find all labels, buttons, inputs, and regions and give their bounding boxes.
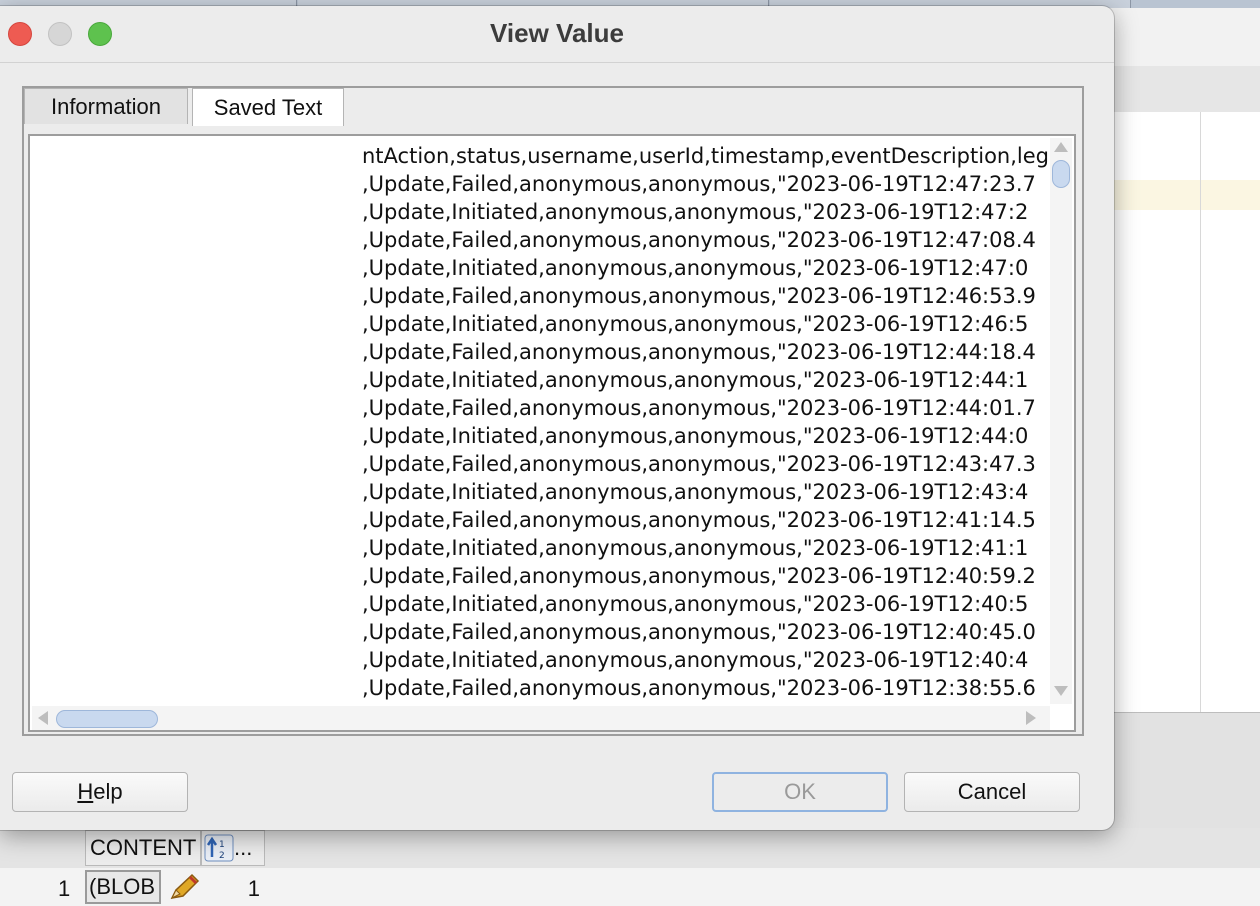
current-line-highlight [1100,180,1260,210]
tab-information[interactable]: Information [24,88,188,124]
column-header-ellipsis: ... [234,835,253,860]
sort-icon[interactable]: 1 2 [204,833,234,863]
scroll-up-icon[interactable] [1054,142,1068,152]
dialog-titlebar: View Value [0,6,1114,63]
row-number: 1 [58,876,71,901]
background-tabs-bar [1100,66,1260,113]
text-line: ,Update,Failed,anonymous,anonymous,"2023… [362,396,1036,420]
svg-text:1: 1 [219,840,225,850]
text-line: ,Update,Initiated,anonymous,anonymous,"2… [362,424,1029,448]
scroll-left-icon[interactable] [38,711,48,725]
vertical-scrollbar[interactable] [1050,138,1072,704]
text-line: ,Update,Initiated,anonymous,anonymous,"2… [362,536,1029,560]
editor-gutter [1200,112,1201,712]
svg-text:2: 2 [219,851,225,861]
results-grid-header: CONTENT 1 2 ... [85,830,265,866]
text-line: ,Update,Failed,anonymous,anonymous,"2023… [362,676,1036,700]
background-editor [1100,112,1260,712]
text-line: ,Update,Initiated,anonymous,anonymous,"2… [362,480,1029,504]
column-header-sort[interactable]: 1 2 ... [201,830,265,866]
text-line: ,Update,Initiated,anonymous,anonymous,"2… [362,368,1029,392]
text-line: ,Update,Failed,anonymous,anonymous,"2023… [362,340,1036,364]
text-line: ,Update,Initiated,anonymous,anonymous,"2… [362,648,1029,672]
help-button[interactable]: Help [12,772,188,812]
text-line: ,Update,Failed,anonymous,anonymous,"2023… [362,452,1036,476]
help-label: elp [93,779,123,804]
text-line: ,Update,Failed,anonymous,anonymous,"2023… [362,172,1036,196]
vertical-scroll-thumb[interactable] [1052,160,1070,188]
blank-margin [32,144,360,700]
text-line: ,Update,Failed,anonymous,anonymous,"2023… [362,620,1036,644]
text-line: ,Update,Initiated,anonymous,anonymous,"2… [362,256,1029,280]
text-line: ,Update,Initiated,anonymous,anonymous,"2… [362,200,1029,224]
dialog-title: View Value [490,18,624,48]
text-line: ,Update,Failed,anonymous,anonymous,"2023… [362,284,1036,308]
text-line: ,Update,Failed,anonymous,anonymous,"2023… [362,228,1036,252]
value-cell[interactable]: 1 [204,870,264,904]
background-toolbar [1100,8,1260,67]
blob-cell[interactable]: (BLOB [85,870,161,904]
ok-button[interactable]: OK [712,772,888,812]
saved-text-area[interactable]: ntAction,status,username,userId,timestam… [362,140,1048,706]
scroll-right-icon[interactable] [1026,711,1036,725]
text-line: ,Update,Failed,anonymous,anonymous,"2023… [362,508,1036,532]
horizontal-scrollbar[interactable] [32,706,1050,730]
background-lower-panel [1100,712,1260,829]
tab-saved-text[interactable]: Saved Text [192,88,344,126]
help-mnemonic: H [77,779,94,804]
table-row: 1 (BLOB 1 [0,868,1260,906]
column-header-content[interactable]: CONTENT [85,830,201,866]
scroll-down-icon[interactable] [1054,686,1068,696]
background-editor-pane [1100,8,1260,829]
pencil-icon[interactable] [166,872,202,902]
cancel-button[interactable]: Cancel [904,772,1080,812]
text-line: ,Update,Initiated,anonymous,anonymous,"2… [362,312,1029,336]
text-line: ntAction,status,username,userId,timestam… [362,144,1048,168]
text-line: ,Update,Failed,anonymous,anonymous,"2023… [362,564,1036,588]
horizontal-scroll-thumb[interactable] [56,710,158,728]
text-line: ,Update,Initiated,anonymous,anonymous,"2… [362,592,1029,616]
